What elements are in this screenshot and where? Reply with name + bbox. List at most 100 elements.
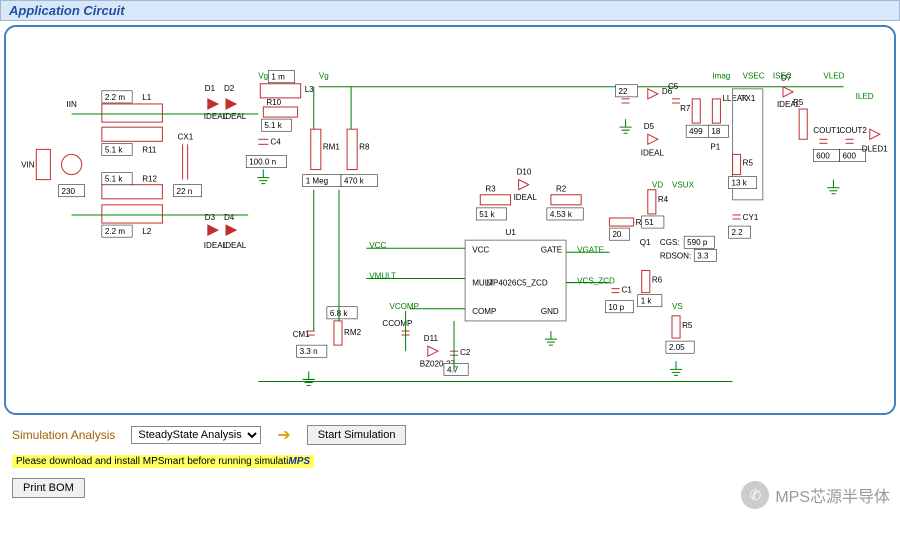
ic-part: MP4026C5_ZCD bbox=[486, 279, 548, 288]
svg-text:R5: R5 bbox=[743, 159, 754, 168]
svg-text:R11: R11 bbox=[142, 145, 157, 154]
svg-text:2.2: 2.2 bbox=[732, 228, 744, 237]
print-bom-button[interactable]: Print BOM bbox=[12, 478, 85, 498]
r12-val: 5.1 k bbox=[105, 175, 123, 184]
warning-text: Please download and install MPSmart befo… bbox=[16, 456, 288, 467]
ic-ref: U1 bbox=[506, 228, 517, 237]
install-warning: Please download and install MPSmart befo… bbox=[0, 451, 900, 472]
svg-text:L1: L1 bbox=[142, 93, 151, 102]
iin-lbl: IIN bbox=[67, 100, 77, 109]
svg-text:RM2: RM2 bbox=[344, 328, 362, 337]
svg-text:Q1: Q1 bbox=[640, 238, 651, 247]
svg-text:COUT2: COUT2 bbox=[840, 126, 868, 135]
cx1-val: 22 n bbox=[177, 187, 193, 196]
svg-text:COMP: COMP bbox=[472, 307, 496, 316]
svg-text:3.3: 3.3 bbox=[697, 251, 709, 260]
svg-text:R5: R5 bbox=[793, 98, 804, 107]
svg-text:VGATE: VGATE bbox=[577, 245, 604, 254]
svg-text:C2: C2 bbox=[460, 348, 471, 357]
svg-text:R8: R8 bbox=[359, 142, 370, 151]
r11-val: 5.1 k bbox=[105, 145, 123, 154]
svg-text:D7: D7 bbox=[781, 74, 792, 83]
svg-text:D1: D1 bbox=[205, 84, 216, 93]
svg-text:13 k: 13 k bbox=[732, 179, 748, 188]
svg-text:Vg: Vg bbox=[319, 72, 329, 81]
svg-text:Imag: Imag bbox=[712, 72, 730, 81]
svg-text:R5: R5 bbox=[682, 321, 693, 330]
svg-text:COUT1: COUT1 bbox=[813, 126, 841, 135]
svg-text:600: 600 bbox=[843, 151, 857, 160]
svg-text:VSUX: VSUX bbox=[672, 181, 695, 190]
svg-text:L3: L3 bbox=[305, 85, 314, 94]
svg-text:CM1: CM1 bbox=[293, 330, 311, 339]
svg-text:D5: D5 bbox=[644, 122, 655, 131]
svg-text:CGS:: CGS: bbox=[660, 238, 680, 247]
analysis-row: Simulation Analysis SteadyState Analysis… bbox=[0, 419, 900, 451]
l1-val: 2.2 m bbox=[105, 93, 125, 102]
svg-text:VCC: VCC bbox=[472, 245, 489, 254]
svg-text:R7: R7 bbox=[680, 104, 691, 113]
warning-brand: MPS bbox=[288, 456, 310, 467]
svg-text:P1: P1 bbox=[710, 142, 720, 151]
svg-text:470 k: 470 k bbox=[344, 177, 365, 186]
svg-text:VD: VD bbox=[652, 181, 663, 190]
svg-text:VSEC: VSEC bbox=[743, 72, 765, 81]
svg-text:51 k: 51 k bbox=[479, 210, 495, 219]
svg-text:GND: GND bbox=[541, 307, 559, 316]
svg-text:51: 51 bbox=[645, 218, 654, 227]
svg-text:590 p: 590 p bbox=[687, 238, 708, 247]
analysis-label: Simulation Analysis bbox=[12, 428, 115, 442]
svg-text:1 Meg: 1 Meg bbox=[306, 177, 328, 186]
svg-text:100.0 n: 100.0 n bbox=[249, 157, 276, 166]
svg-text:2.05: 2.05 bbox=[669, 343, 685, 352]
svg-text:ILED: ILED bbox=[856, 92, 874, 101]
analysis-select[interactable]: SteadyState Analysis bbox=[131, 426, 261, 444]
svg-text:C4: C4 bbox=[270, 137, 281, 146]
svg-text:D3: D3 bbox=[205, 213, 216, 222]
svg-text:VCOMP: VCOMP bbox=[389, 302, 419, 311]
svg-text:C1: C1 bbox=[622, 286, 633, 295]
l2-val: 2.2 m bbox=[105, 227, 125, 236]
svg-text:R12: R12 bbox=[142, 175, 157, 184]
svg-text:VCS_ZCD: VCS_ZCD bbox=[577, 277, 615, 286]
panel-header: Application Circuit bbox=[0, 0, 900, 21]
svg-text:20: 20 bbox=[612, 230, 621, 239]
svg-text:CX1: CX1 bbox=[178, 132, 194, 141]
svg-text:5.1 k: 5.1 k bbox=[264, 121, 282, 130]
svg-text:1 m: 1 m bbox=[271, 73, 285, 82]
svg-text:CY1: CY1 bbox=[743, 213, 759, 222]
vin-node: VIN bbox=[21, 161, 35, 170]
svg-text:R10: R10 bbox=[266, 98, 281, 107]
svg-text:4.7: 4.7 bbox=[447, 365, 459, 374]
svg-text:VLED: VLED bbox=[823, 72, 844, 81]
svg-text:4.53 k: 4.53 k bbox=[550, 210, 573, 219]
svg-text:D10: D10 bbox=[517, 168, 532, 177]
svg-text:3.3 n: 3.3 n bbox=[300, 347, 318, 356]
vin-val: 230 bbox=[62, 187, 76, 196]
svg-text:IDEAL: IDEAL bbox=[641, 148, 665, 157]
svg-text:IDEAL: IDEAL bbox=[514, 193, 538, 202]
svg-text:IDEAL: IDEAL bbox=[223, 112, 247, 121]
svg-text:CCOMP: CCOMP bbox=[382, 319, 412, 328]
svg-text:RDSON:: RDSON: bbox=[660, 251, 691, 260]
svg-text:R4: R4 bbox=[658, 195, 669, 204]
svg-text:C5: C5 bbox=[668, 82, 679, 91]
svg-text:GATE: GATE bbox=[541, 245, 563, 254]
svg-text:IDEAL: IDEAL bbox=[223, 241, 247, 250]
header-title: Application Circuit bbox=[9, 3, 125, 18]
svg-text:R6: R6 bbox=[652, 276, 663, 285]
svg-text:1 k: 1 k bbox=[641, 297, 653, 306]
svg-text:VS: VS bbox=[672, 302, 683, 311]
svg-text:RM1: RM1 bbox=[323, 142, 341, 151]
svg-text:600: 600 bbox=[816, 151, 830, 160]
svg-text:L2: L2 bbox=[142, 227, 151, 236]
svg-text:18: 18 bbox=[711, 127, 720, 136]
svg-text:D2: D2 bbox=[224, 84, 235, 93]
svg-text:22: 22 bbox=[619, 87, 628, 96]
start-simulation-button[interactable]: Start Simulation bbox=[307, 425, 407, 445]
circuit-diagram: VIN 230 IIN 2.2 m L1 5.1 k R11 5.1 k R12… bbox=[4, 25, 896, 415]
svg-text:VMULT: VMULT bbox=[369, 272, 396, 281]
svg-text:DLED1: DLED1 bbox=[862, 144, 889, 153]
svg-text:TX1: TX1 bbox=[741, 94, 756, 103]
svg-text:R2: R2 bbox=[556, 185, 567, 194]
